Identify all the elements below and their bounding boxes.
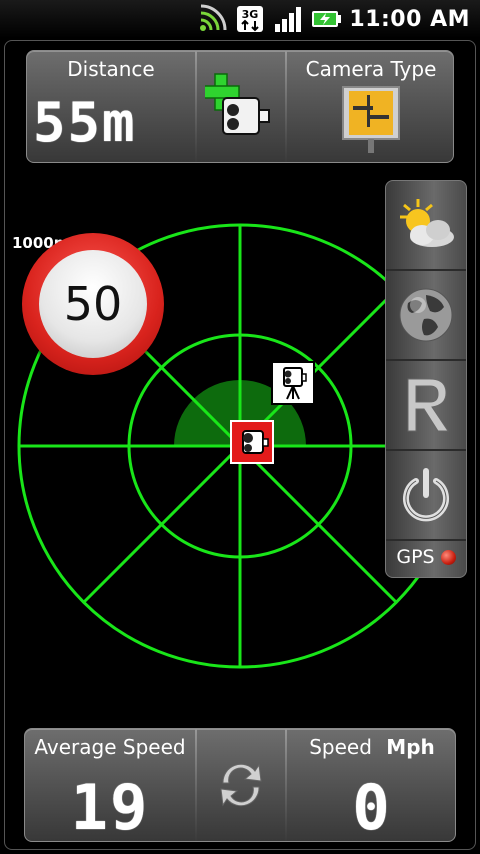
add-camera-button[interactable]	[197, 51, 285, 162]
gps-label: GPS	[396, 546, 435, 568]
distance-cell: Distance 55m	[27, 51, 195, 162]
distance-value: 55m	[33, 91, 137, 154]
detected-camera-marker[interactable]	[271, 361, 315, 405]
add-camera-icon	[205, 72, 270, 135]
speed-limit-value: 50	[63, 277, 123, 331]
app-screen: 3G 11:00 AM 1000m 50 Distance 55m Camera…	[0, 0, 480, 854]
power-button[interactable]	[386, 451, 466, 541]
tripod-camera-icon	[283, 367, 307, 400]
speed-header: Speed Mph	[287, 735, 457, 759]
traffic-sign-icon	[342, 86, 400, 153]
camera-type-cell[interactable]: Camera Type	[287, 51, 455, 162]
distance-label: Distance	[67, 57, 155, 81]
top-info-panel: Distance 55m Camera Type	[26, 50, 454, 163]
weather-button[interactable]	[386, 181, 466, 271]
current-speed-value: 0	[352, 771, 392, 844]
gps-status: GPS	[386, 537, 466, 577]
weather-icon	[400, 199, 454, 247]
speed-camera-icon	[242, 430, 269, 454]
globe-button[interactable]	[386, 271, 466, 361]
user-camera-marker[interactable]	[230, 420, 274, 464]
camera-type-label: Camera Type	[305, 57, 437, 81]
side-menu: GPS	[385, 180, 467, 578]
radar-logo-button[interactable]	[386, 361, 466, 451]
average-speed-label: Average Speed	[34, 735, 186, 759]
speed-unit[interactable]: Mph	[386, 735, 434, 759]
average-speed-cell: Average Speed 19	[25, 729, 195, 844]
average-speed-value: 19	[70, 771, 150, 844]
refresh-button[interactable]	[197, 729, 285, 841]
gps-status-indicator	[440, 549, 456, 565]
globe-icon	[399, 288, 453, 342]
speed-limit-sign: 50	[22, 233, 164, 375]
refresh-icon	[220, 763, 262, 807]
speed-cell: Speed Mph 0	[287, 729, 457, 844]
bottom-info-panel: Average Speed 19 Speed Mph 0	[24, 728, 457, 844]
speed-label: Speed	[309, 735, 372, 759]
r-logo-icon	[407, 378, 449, 432]
speed-limit-face: 50	[39, 250, 147, 358]
power-icon	[403, 468, 449, 522]
